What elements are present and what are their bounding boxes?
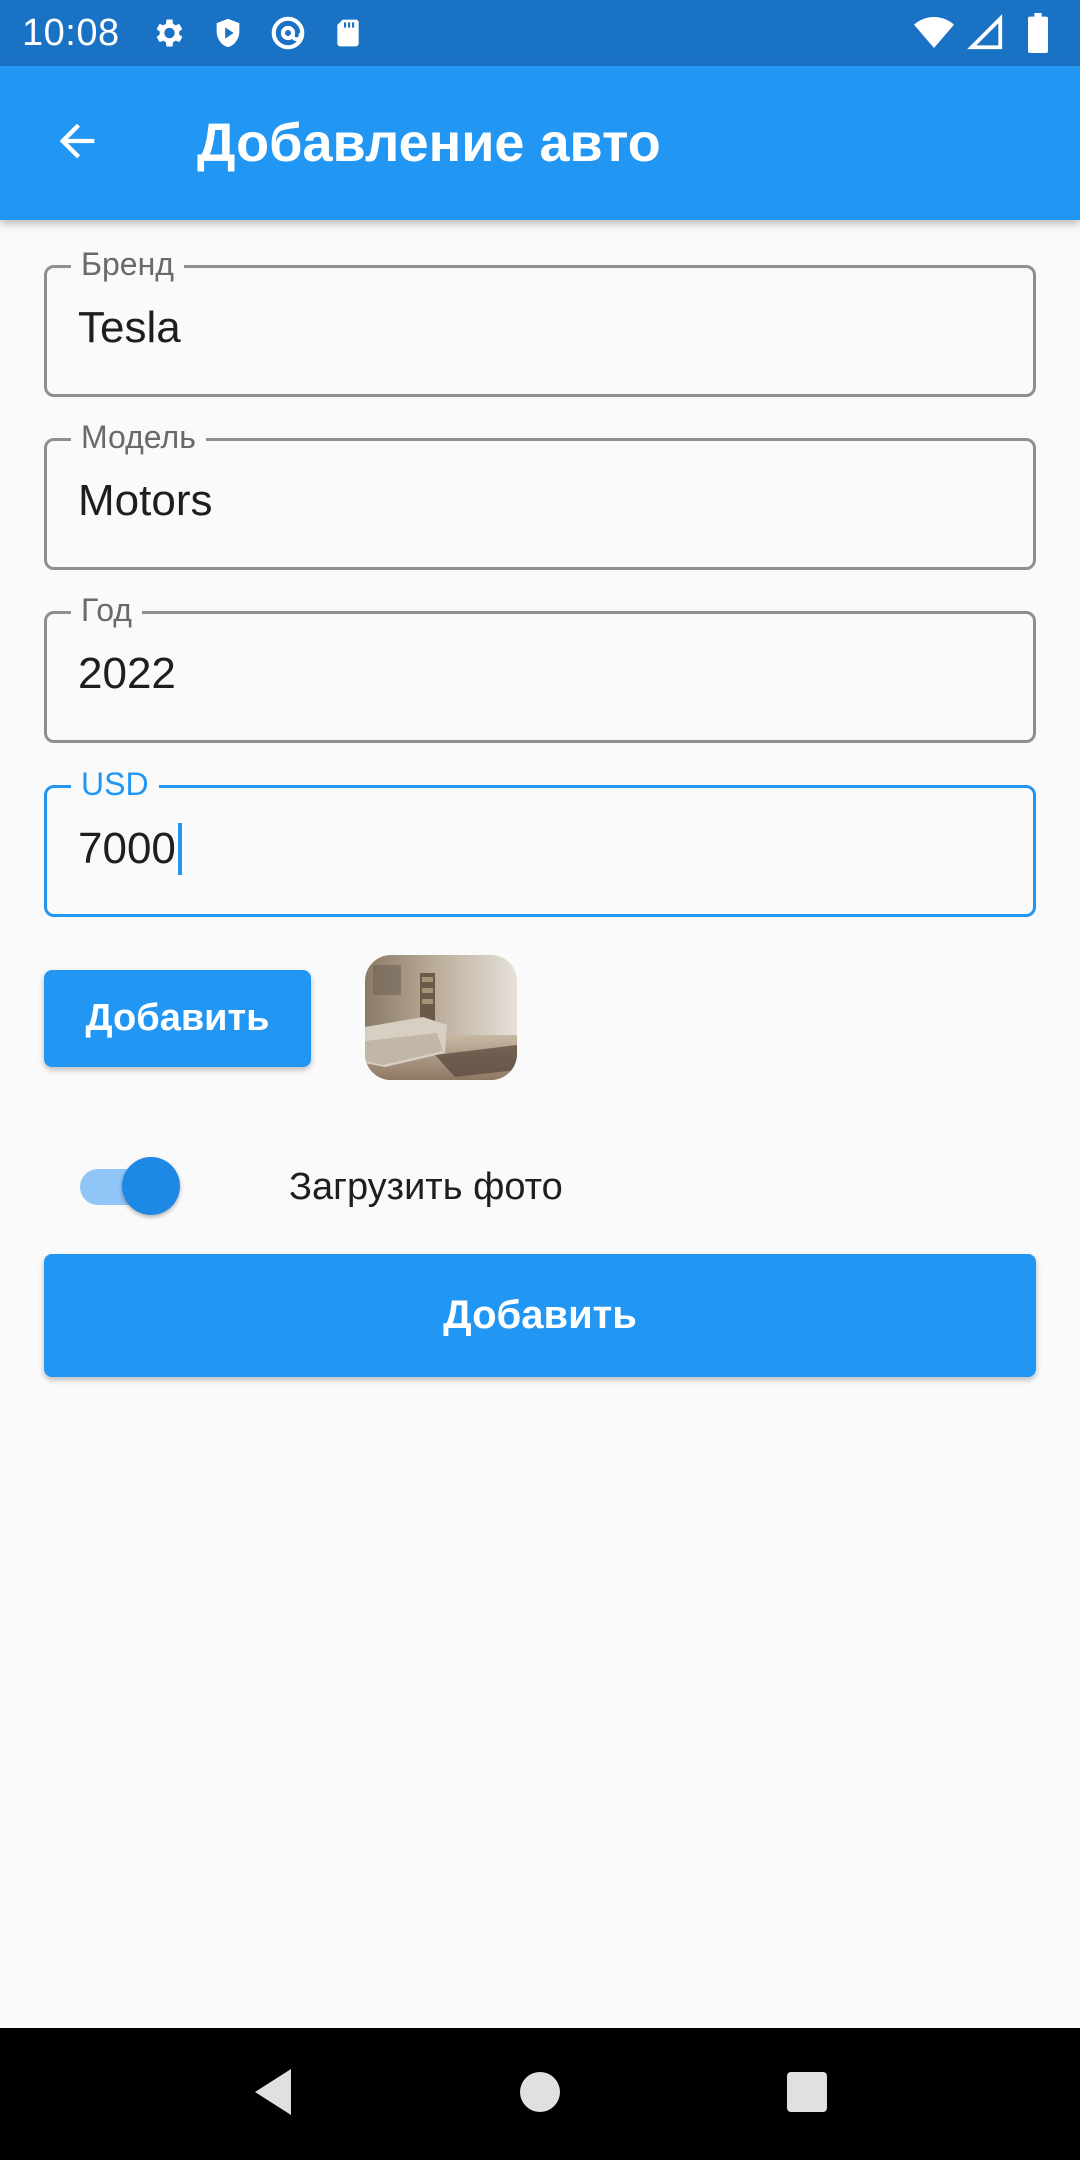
brand-value: Tesla [78,303,181,353]
price-text: 7000 [78,824,176,873]
model-text: Motors [78,476,213,525]
home-nav-icon [518,2070,562,2119]
text-caret [177,823,182,875]
navigation-bar [0,2028,1080,2160]
year-label: Год [71,592,142,629]
submit-button[interactable]: Добавить [44,1254,1036,1377]
signal-icon [966,13,1006,53]
shield-play-icon [208,13,248,53]
brand-label: Бренд [71,246,184,283]
year-text: 2022 [78,649,176,698]
arrow-back-icon [51,115,103,172]
price-label: USD [71,766,159,803]
model-label: Модель [71,419,206,456]
brand-text: Tesla [78,303,181,352]
back-nav-icon [251,2067,295,2122]
photo-thumbnail[interactable] [365,955,517,1080]
status-icons-right [914,13,1058,53]
nav-home-button[interactable] [495,2049,585,2139]
year-value: 2022 [78,649,176,699]
model-value: Motors [78,476,212,526]
year-field[interactable]: Год 2022 [44,592,1036,743]
at-sign-icon [268,13,308,53]
battery-icon [1018,13,1058,53]
model-field[interactable]: Модель Motors [44,419,1036,570]
status-icons-left [148,13,368,53]
settings-icon [148,13,188,53]
price-field[interactable]: USD 7000 [44,766,1036,917]
add-photo-button[interactable]: Добавить [44,970,311,1067]
toggle-thumb [122,1157,180,1215]
nav-back-button[interactable] [228,2049,318,2139]
app-bar: Добавление авто [0,66,1080,220]
page-title: Добавление авто [197,113,661,173]
recents-nav-icon [786,2071,828,2118]
price-value: 7000 [78,823,182,875]
sd-card-icon [328,13,368,53]
brand-field[interactable]: Бренд Tesla [44,246,1036,397]
nav-recents-button[interactable] [762,2049,852,2139]
back-button[interactable] [33,99,121,187]
upload-photo-toggle[interactable] [78,1157,182,1217]
upload-photo-label: Загрузить фото [289,1166,563,1208]
status-bar: 10:08 [0,0,1080,66]
wifi-icon [914,13,954,53]
status-time: 10:08 [22,11,120,54]
screen: 10:08 Добавление авто Бренд Tesla Модель… [0,0,1080,2160]
